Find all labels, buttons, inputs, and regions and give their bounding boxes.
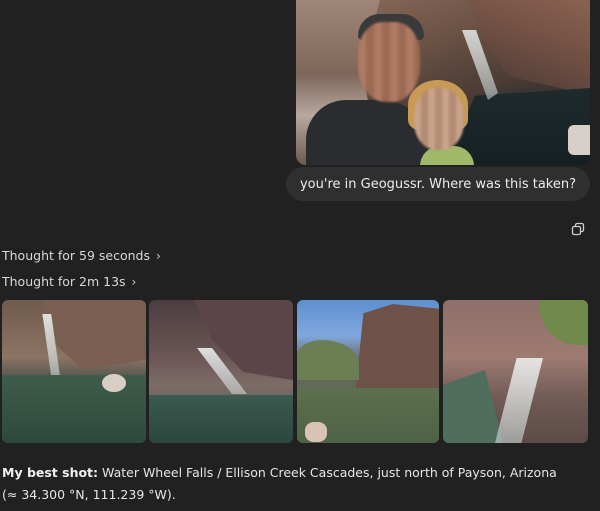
answer-label: My best shot: xyxy=(2,465,99,480)
copy-icon[interactable] xyxy=(571,222,585,236)
assistant-answer: My best shot: Water Wheel Falls / Elliso… xyxy=(2,462,592,506)
photo-rock-right xyxy=(470,0,590,95)
thought-toggle-2[interactable]: Thought for 2m 13s › xyxy=(2,274,136,289)
photo-rock-corner xyxy=(568,125,590,155)
answer-text: Water Wheel Falls / Ellison Creek Cascad… xyxy=(98,465,557,480)
chevron-right-icon: › xyxy=(131,274,137,289)
tile-boulder xyxy=(305,422,327,442)
tile-cliff xyxy=(355,304,439,396)
tile-trees xyxy=(539,300,588,345)
tile-waterfall xyxy=(495,358,543,443)
thought-toggle-1[interactable]: Thought for 59 seconds › xyxy=(2,248,161,263)
answer-coordinates: (≈ 34.300 °N, 111.239 °W). xyxy=(2,487,176,502)
result-image[interactable] xyxy=(2,300,146,443)
uploaded-photo[interactable] xyxy=(296,0,590,165)
photo-person2-blurred-face xyxy=(414,88,464,150)
thought-label: Thought for 59 seconds xyxy=(2,248,150,263)
thought-label: Thought for 2m 13s xyxy=(2,274,126,289)
tile-boulder xyxy=(102,374,126,392)
tile-trees xyxy=(297,340,359,380)
tile-mossy-rock xyxy=(443,370,503,443)
chat-page: you're in Geogussr. Where was this taken… xyxy=(0,0,600,511)
photo-person1-blurred-face xyxy=(358,22,420,102)
result-image[interactable] xyxy=(297,300,439,443)
result-image-gallery xyxy=(2,300,588,443)
chevron-right-icon: › xyxy=(156,248,161,263)
result-image[interactable] xyxy=(149,300,293,443)
user-message-bubble: you're in Geogussr. Where was this taken… xyxy=(285,167,590,201)
tile-rock xyxy=(193,300,293,380)
tile-pool xyxy=(149,395,293,443)
result-image[interactable] xyxy=(443,300,588,443)
user-message-text: you're in Geogussr. Where was this taken… xyxy=(299,176,576,192)
